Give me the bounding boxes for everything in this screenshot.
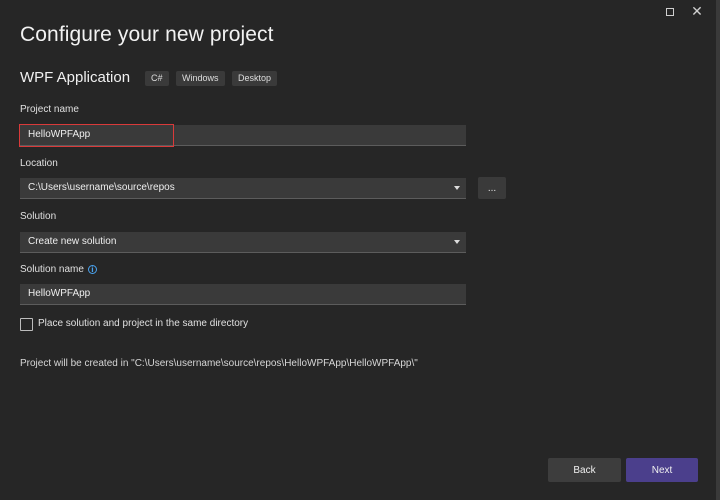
same-directory-checkbox[interactable] [20,318,33,331]
page-title: Configure your new project [20,23,274,46]
close-icon: ✕ [691,4,703,20]
project-name-label: Project name [20,104,79,115]
close-button[interactable]: ✕ [685,4,709,20]
tag-platform: Windows [176,71,225,86]
next-button[interactable]: Next [626,458,698,482]
project-path-summary: Project will be created in "C:\Users\use… [20,358,418,369]
template-name: WPF Application [20,69,131,86]
tag-language: C# [145,71,169,86]
back-button[interactable]: Back [548,458,621,482]
window-edge [716,0,720,500]
same-directory-label: Place solution and project in the same d… [38,318,249,329]
solution-label: Solution [20,211,57,222]
solution-dropdown[interactable]: Create new solution [20,232,466,253]
dialog-window: ✕ Configure your new project WPF Applica… [0,0,716,500]
solution-name-label: Solution name [20,264,84,275]
maximize-icon [666,8,674,16]
solution-name-input[interactable]: HelloWPFApp [20,284,466,305]
project-name-highlight [19,124,174,147]
tag-project-type: Desktop [232,71,278,86]
location-combobox[interactable]: C:\Users\username\source\repos [20,178,466,199]
info-icon[interactable]: i [88,265,97,274]
location-label: Location [20,158,58,169]
maximize-button[interactable] [658,4,682,20]
browse-button[interactable]: ... [478,177,506,199]
